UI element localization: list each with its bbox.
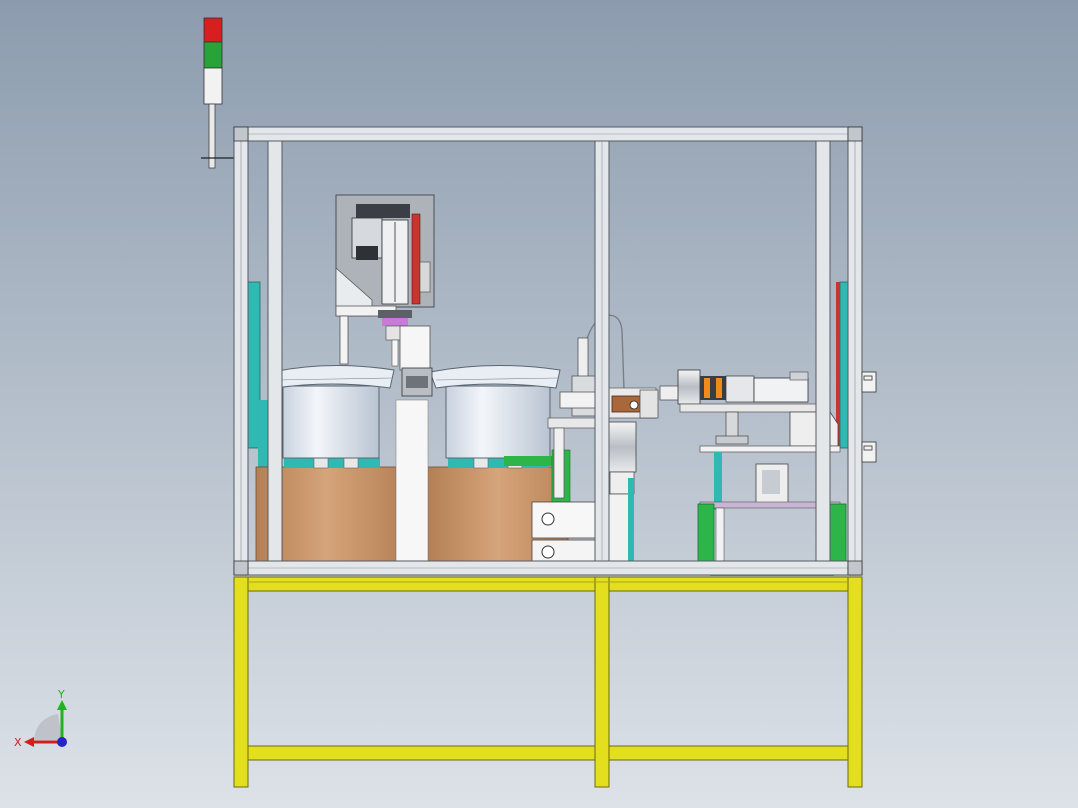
cad-viewport[interactable]: Y X: [0, 0, 1078, 808]
stack-light-white: [203, 67, 223, 105]
white-center-plate: [395, 399, 429, 563]
table-lower-rail-right: [608, 745, 849, 761]
stack-light-red: [203, 17, 223, 43]
table-top-rail: [233, 576, 863, 592]
frame-post-right-inner: [815, 140, 831, 562]
stack-light-green: [203, 41, 223, 69]
triad-x-label: X: [14, 736, 22, 749]
table-leg-middle: [594, 576, 610, 788]
table-leg-right: [847, 576, 863, 788]
triad-y-label: Y: [57, 688, 65, 701]
machine-assembly-view[interactable]: Y X: [0, 0, 1078, 808]
vibratory-bowl-left: [271, 364, 395, 469]
vibratory-bowl-right: [429, 364, 561, 469]
frame-post-left-inner: [267, 140, 283, 562]
table-leg-left: [233, 576, 249, 788]
mount-block: [531, 501, 597, 563]
table-lower-rail-left: [247, 745, 596, 761]
